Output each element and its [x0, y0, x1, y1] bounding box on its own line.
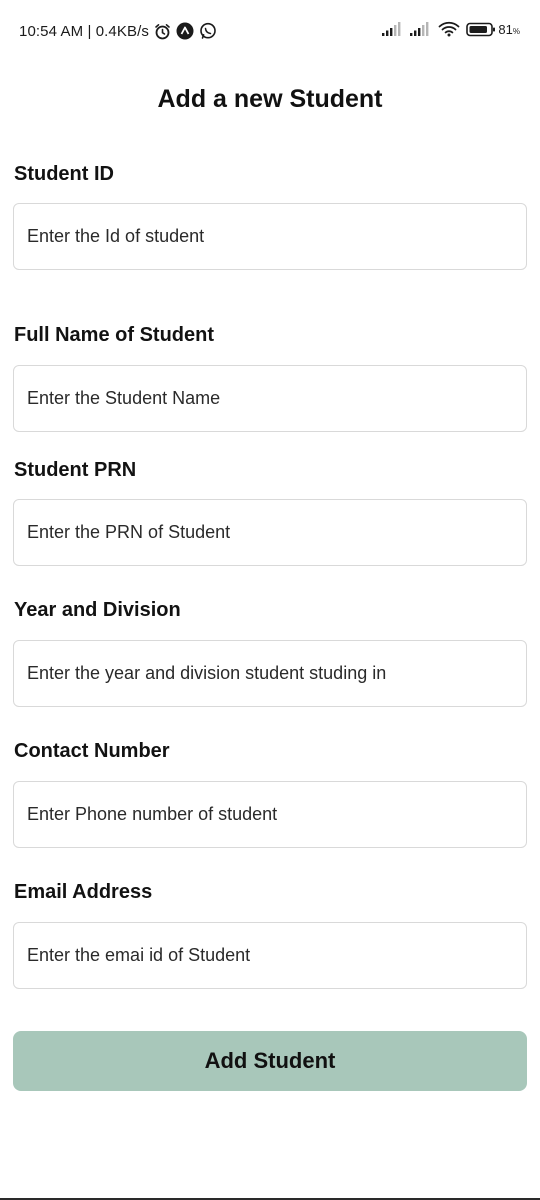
- contact-number-label: Contact Number: [14, 740, 170, 762]
- signal-icon: [382, 22, 404, 36]
- battery-percent: 81%: [498, 21, 520, 37]
- arrow-app-icon: [176, 22, 194, 40]
- year-division-label: Year and Division: [14, 599, 181, 621]
- whatsapp-icon: [199, 22, 217, 40]
- battery-icon: [466, 22, 496, 37]
- contact-number-input[interactable]: [13, 781, 527, 848]
- status-left: 10:54 AM | 0.4KB/s: [19, 22, 217, 40]
- student-prn-label: Student PRN: [14, 459, 137, 481]
- battery-indicator: 81%: [466, 22, 520, 37]
- alarm-icon: [154, 23, 171, 40]
- status-right: 81%: [382, 21, 520, 37]
- add-student-button[interactable]: Add Student: [13, 1031, 527, 1091]
- email-address-input[interactable]: [13, 922, 527, 989]
- signal-icon: [410, 22, 432, 36]
- full-name-label: Full Name of Student: [14, 324, 214, 346]
- student-prn-input[interactable]: [13, 499, 527, 566]
- student-id-label: Student ID: [14, 163, 114, 185]
- wifi-icon: [438, 21, 460, 37]
- year-division-input[interactable]: [13, 640, 527, 707]
- full-name-input[interactable]: [13, 365, 527, 432]
- page-title: Add a new Student: [157, 85, 383, 113]
- student-id-input[interactable]: [13, 203, 527, 270]
- email-address-label: Email Address: [14, 881, 153, 903]
- status-bar: 10:54 AM | 0.4KB/s 81%: [0, 0, 540, 66]
- status-time-speed: 10:54 AM | 0.4KB/s: [19, 22, 149, 40]
